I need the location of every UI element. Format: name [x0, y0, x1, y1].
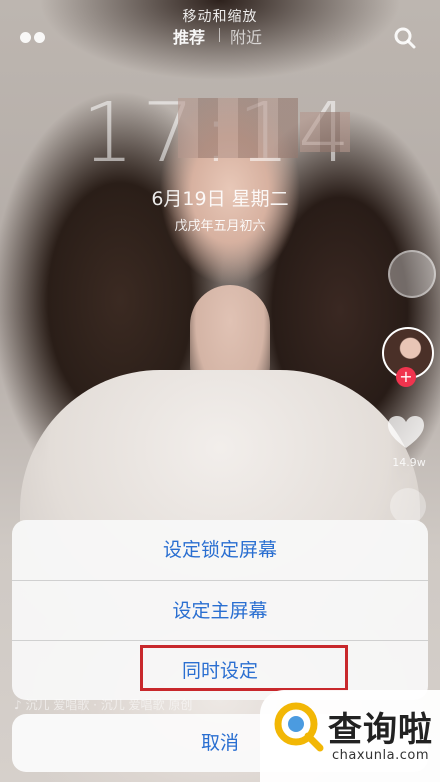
lockscreen-lunar-date: 戊戌年五月初六: [174, 219, 266, 234]
tab-nearby[interactable]: 附近: [230, 24, 262, 48]
rail-button[interactable]: [388, 250, 436, 298]
watermark-logo-icon: [272, 700, 324, 752]
heart-icon[interactable]: [386, 414, 426, 450]
like-count: 14.9w: [392, 456, 426, 469]
search-icon[interactable]: [393, 26, 417, 50]
watermark-url: chaxunla.com: [332, 748, 429, 763]
feed-tabs: 推荐 附近: [0, 24, 440, 48]
set-home-screen-button[interactable]: 设定主屏幕: [12, 580, 428, 641]
watermark: 查询啦 chaxunla.com: [260, 690, 440, 782]
mosaic-blur: [178, 98, 298, 158]
mosaic-blur: [300, 112, 350, 152]
watermark-name: 查询啦: [328, 710, 433, 750]
tab-recommend[interactable]: 推荐: [173, 24, 205, 48]
tab-separator: [219, 28, 220, 42]
highlight-box: [140, 645, 348, 691]
right-action-rail: + 14.9w: [380, 250, 440, 550]
status-title: 移动和缩放: [182, 9, 258, 25]
set-lock-screen-button[interactable]: 设定锁定屏幕: [12, 520, 428, 580]
more-icon[interactable]: [390, 488, 426, 524]
lockscreen-date: 6月19日 星期二: [151, 188, 289, 210]
follow-plus-icon[interactable]: +: [396, 367, 416, 387]
